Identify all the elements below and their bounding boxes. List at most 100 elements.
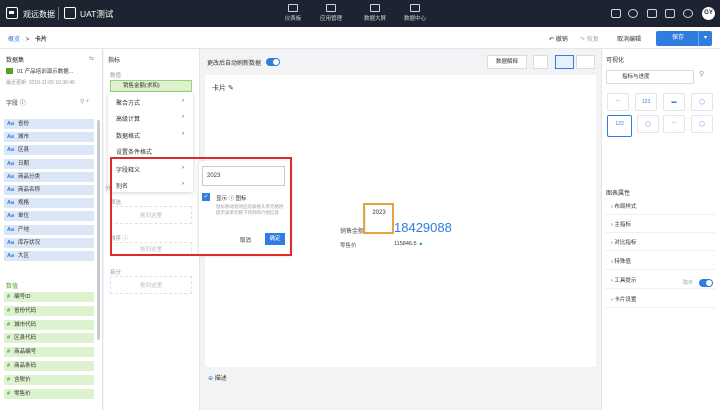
brand-logo-icon[interactable]: [6, 7, 18, 19]
dimension-field[interactable]: Aa 大区: [4, 251, 94, 262]
text-type-icon: Aa: [7, 200, 15, 207]
ring-icon[interactable]: ◯: [691, 93, 713, 111]
save-button[interactable]: 保存 ▾: [656, 31, 712, 46]
breadcrumb-current: 卡片: [34, 37, 47, 43]
text-type-icon: Aa: [7, 121, 15, 127]
text-type-icon: Aa: [7, 173, 15, 180]
measure-field[interactable]: # 区县代码: [4, 333, 94, 345]
dimension-field[interactable]: Aa 库存状况: [4, 237, 94, 249]
number-type-icon: #: [7, 294, 11, 300]
dataset-icon: [6, 68, 13, 74]
ring4-icon[interactable]: ◯: [691, 115, 713, 133]
card-title[interactable]: 卡片 ✎: [212, 83, 234, 93]
redo-button[interactable]: ↷ 恢复: [580, 34, 599, 43]
dimension-field[interactable]: Aa 产地: [4, 224, 94, 236]
dimension-field[interactable]: Aa 日期: [4, 158, 94, 170]
dataset-label: 数据集: [6, 58, 25, 64]
text-type-icon: Aa: [7, 239, 15, 246]
prop-card-settings[interactable]: › 卡片设置: [605, 293, 715, 308]
metric-label: 销售金额: [340, 229, 365, 235]
search-icon[interactable]: [683, 9, 693, 18]
avatar[interactable]: GY: [702, 7, 715, 20]
prop-special-value[interactable]: › 特殊值: [605, 255, 715, 270]
dimension-field[interactable]: Aa 商品分类: [4, 171, 94, 183]
menu-advanced-calc[interactable]: 高级计算: [116, 114, 140, 123]
chevron-right-icon: ›: [182, 98, 184, 104]
text-type-icon: Aa: [7, 187, 15, 193]
metric-value: 18429088: [394, 220, 452, 235]
app-icon: [326, 4, 336, 12]
chevron-down-icon[interactable]: ▾: [698, 31, 712, 46]
nav-app-manage[interactable]: 应用管理: [312, 3, 350, 25]
project-name[interactable]: UAT测试: [80, 8, 113, 20]
grid-icon[interactable]: [647, 9, 657, 18]
compare-icon[interactable]: 123: [607, 115, 632, 137]
nav-dashboard[interactable]: 仪表板: [274, 3, 312, 25]
dataset-name[interactable]: 01 产品培训演示数据...: [17, 67, 73, 75]
switch-dataset-icon[interactable]: ⇆: [89, 55, 94, 62]
measure-field[interactable]: # 编号ID: [4, 292, 94, 303]
dimension-field[interactable]: Aa 商品名称: [4, 185, 94, 196]
chart-view-icon[interactable]: [555, 55, 574, 69]
measure-field[interactable]: # 商品编号: [4, 347, 94, 359]
ring3-icon[interactable]: ◠: [663, 115, 685, 133]
cancel-edit-button[interactable]: 取消编辑: [617, 34, 641, 43]
data-center-icon: [410, 4, 420, 12]
measure-field[interactable]: # 省份代码: [4, 305, 94, 317]
dimension-field[interactable]: Aa 城市: [4, 132, 94, 144]
nav-big-screen[interactable]: 数据大屏: [356, 3, 394, 25]
menu-data-format[interactable]: 数据格式: [116, 131, 140, 140]
number-icon[interactable]: 123: [635, 93, 657, 111]
user-icon[interactable]: [665, 9, 675, 18]
tooltip-state: 隐示: [683, 280, 694, 286]
sub-label: 零售价: [340, 243, 357, 249]
breadcrumb-home[interactable]: 概览: [8, 37, 20, 43]
dimension-field[interactable]: Aa 区县: [4, 145, 94, 157]
props-title: 图表属性: [606, 191, 631, 197]
help-icon[interactable]: [628, 9, 638, 18]
menu-aggregation[interactable]: 聚合方式: [116, 98, 140, 107]
prop-main-metric[interactable]: › 主指标: [605, 218, 715, 233]
measure-field[interactable]: # 零售价: [4, 388, 94, 400]
dimension-field[interactable]: Aa 规格: [4, 198, 94, 210]
auto-refresh-label: 更改后自动刷新数据: [207, 61, 262, 67]
undo-button[interactable]: ↶ 撤销: [549, 34, 568, 43]
number-type-icon: #: [7, 349, 11, 356]
scrollbar[interactable]: [97, 120, 100, 340]
message-icon[interactable]: [611, 9, 621, 18]
image-icon[interactable]: [533, 55, 548, 69]
nav-data-center[interactable]: 数据中心: [396, 3, 434, 25]
data-explain-button[interactable]: 数据解释: [487, 55, 527, 69]
prop-layout[interactable]: › 布局样式: [605, 200, 715, 215]
number-type-icon: #: [7, 363, 11, 369]
split-dropzone[interactable]: 拖到这里: [110, 276, 192, 294]
gauge-icon[interactable]: ◠: [607, 93, 629, 111]
project-icon: [64, 7, 76, 19]
search-icon[interactable]: ⚲: [699, 70, 704, 78]
number-type-icon: #: [7, 335, 11, 342]
menu-conditional-format[interactable]: 设置条件格式: [116, 147, 152, 156]
breadcrumb-separator: >: [25, 37, 30, 43]
ring2-icon[interactable]: ◯: [637, 115, 659, 133]
search-icon[interactable]: ⚲ +: [80, 98, 90, 105]
measure-field[interactable]: # 城市代码: [4, 319, 94, 331]
fields-label: 字段 ⓘ: [6, 101, 26, 107]
table-view-icon[interactable]: [576, 55, 595, 69]
tooltip-toggle[interactable]: [699, 279, 713, 287]
bar-progress-icon[interactable]: ▬: [663, 93, 685, 111]
dimension-field[interactable]: Aa 省份: [4, 119, 94, 130]
measure-field[interactable]: # 商品条码: [4, 361, 94, 372]
highlight-box: [110, 157, 292, 256]
metric-section-title: 指标: [108, 58, 121, 64]
value-pill[interactable]: 销售金额(求和): [110, 80, 192, 92]
brand-name: 观远数据: [23, 10, 55, 19]
dimension-field[interactable]: Aa 单位: [4, 211, 94, 223]
visual-title: 可视化: [606, 58, 625, 64]
text-type-icon: Aa: [7, 147, 15, 154]
measure-field[interactable]: # 含税价: [4, 374, 94, 386]
chart-type-select[interactable]: 指标与进度: [606, 70, 694, 84]
description-toggle[interactable]: ⊕ 描述: [208, 373, 227, 382]
auto-refresh-toggle[interactable]: [266, 58, 280, 66]
prop-compare-metric[interactable]: › 对比指标: [605, 236, 715, 251]
number-type-icon: #: [7, 390, 11, 397]
